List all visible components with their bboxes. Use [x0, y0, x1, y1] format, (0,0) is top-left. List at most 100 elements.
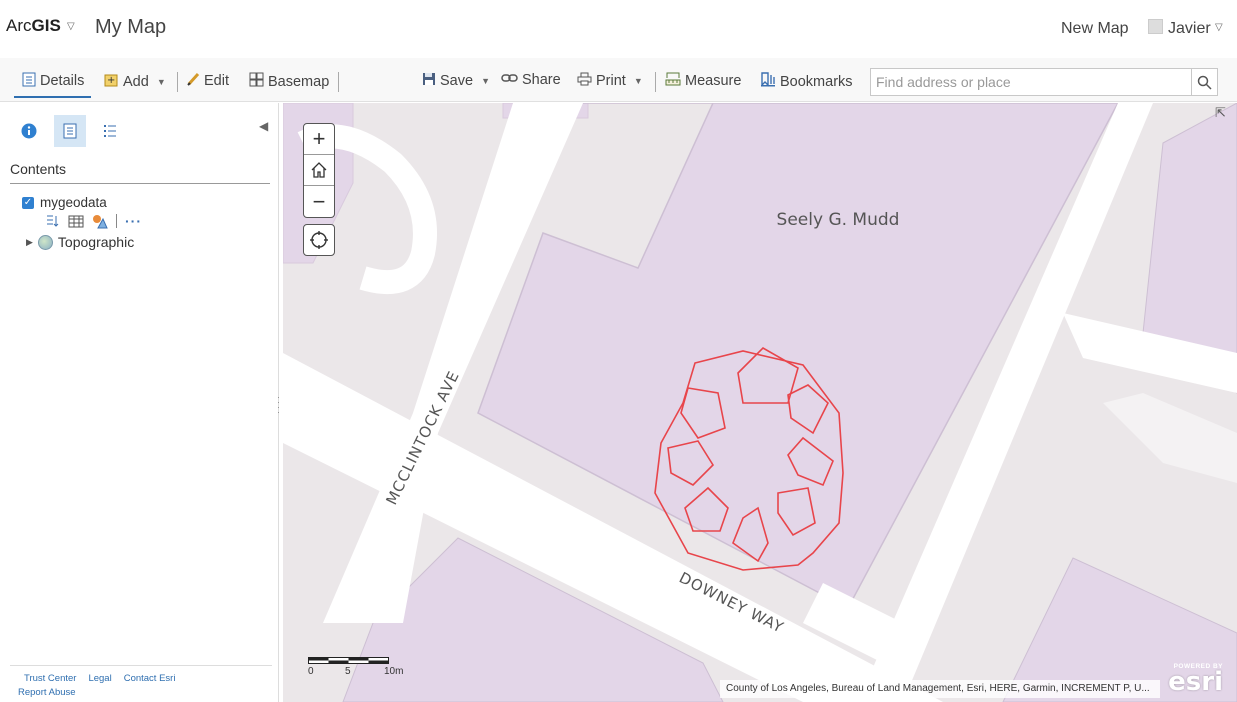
collapse-panel-icon[interactable]: ◀	[259, 119, 268, 133]
home-icon	[311, 162, 327, 178]
layer-item-topographic: ▶ Topographic	[26, 234, 134, 250]
expand-map-icon[interactable]: ⇱	[1215, 105, 1226, 121]
user-name[interactable]: Javier	[1168, 20, 1211, 38]
locate-button[interactable]	[303, 224, 335, 256]
plus-icon: +	[312, 126, 326, 151]
search-box	[870, 68, 1218, 96]
layer-tools-divider	[116, 214, 117, 228]
brand-prefix: Arc	[6, 16, 32, 35]
add-dropdown-icon: ▼	[156, 76, 166, 87]
scale-label: 0	[308, 666, 314, 677]
toolbar-divider	[338, 72, 339, 92]
zoom-in-button[interactable]: +	[304, 124, 334, 155]
scale-label: 5	[345, 666, 351, 677]
ruler-icon	[665, 72, 681, 90]
toolbar-divider	[655, 72, 656, 92]
footer-divider	[10, 665, 272, 666]
brand-dropdown-icon[interactable]: ▽	[67, 21, 75, 32]
search-input[interactable]	[871, 69, 1193, 95]
brand-bold: GIS	[31, 16, 61, 35]
app-header: ArcGIS ▽ My Map New Map Javier ▽	[0, 0, 1237, 58]
add-button[interactable]: + Add ▼	[104, 72, 166, 91]
scale-bar	[308, 657, 389, 664]
pencil-icon	[187, 72, 200, 90]
measure-button[interactable]: Measure	[665, 72, 741, 90]
expand-layer-icon[interactable]: ▶	[26, 237, 33, 248]
contact-esri-link[interactable]: Contact Esri	[124, 673, 176, 684]
svg-text:+: +	[107, 75, 115, 86]
save-button[interactable]: Save ▼	[422, 72, 490, 90]
layer-visibility-checkbox[interactable]: ✓	[22, 196, 34, 209]
bookmarks-icon	[760, 72, 776, 91]
user-dropdown-icon[interactable]: ▽	[1215, 22, 1223, 33]
save-label: Save	[440, 73, 474, 89]
legend-list-icon	[104, 125, 116, 137]
details-active-indicator	[14, 96, 91, 98]
bookmarks-button[interactable]: Bookmarks	[760, 72, 853, 91]
contents-tab[interactable]	[54, 115, 86, 147]
contents-divider	[10, 183, 270, 184]
layer-name[interactable]: Topographic	[58, 234, 134, 250]
zoom-out-button[interactable]: −	[304, 186, 334, 217]
measure-label: Measure	[685, 73, 742, 89]
locate-crosshair-icon	[310, 231, 328, 249]
basemap-globe-icon	[37, 234, 53, 250]
basemap-label: Basemap	[268, 73, 330, 90]
print-label: Print	[596, 73, 626, 89]
map-attribution[interactable]: County of Los Angeles, Bureau of Land Ma…	[720, 680, 1160, 698]
contents-icon	[63, 123, 77, 139]
zoom-control: + −	[303, 123, 335, 218]
new-map-button[interactable]: New Map	[1061, 20, 1129, 38]
share-button[interactable]: Share	[501, 72, 561, 88]
trust-center-link[interactable]: Trust Center	[24, 673, 76, 684]
basemap-layer: Seely G. Mudd MCCLINTOCK AVE DOWNEY WAY	[283, 103, 1237, 702]
bookmarks-label: Bookmarks	[780, 73, 853, 90]
link-icon	[501, 72, 518, 88]
arcgis-brand[interactable]: ArcGIS	[6, 16, 61, 36]
legal-link[interactable]: Legal	[88, 673, 111, 684]
save-dropdown-icon: ▼	[481, 76, 490, 86]
user-avatar-icon[interactable]	[1148, 19, 1163, 34]
default-extent-button[interactable]	[304, 155, 334, 186]
panel-resize-handle[interactable]: · · · ·	[277, 393, 281, 417]
more-options-icon[interactable]: ···	[125, 213, 142, 229]
footer-links: Trust Center Legal Contact Esri Report Abu…	[18, 672, 268, 700]
map-title: My Map	[95, 16, 167, 38]
details-label: Details	[40, 73, 85, 89]
show-legend-icon[interactable]	[46, 214, 60, 228]
contents-panel: ◀ Contents ✓ mygeodata ··· ▶ Topographic…	[0, 103, 279, 702]
add-label: Add	[123, 73, 149, 90]
layer-tools: ···	[46, 213, 142, 229]
details-icon	[22, 72, 36, 90]
basemap-button[interactable]: Basemap	[249, 72, 329, 91]
add-icon: +	[104, 72, 119, 91]
esri-wordmark: esri	[1168, 667, 1223, 697]
legend-tab[interactable]	[94, 115, 126, 147]
details-button[interactable]: Details	[22, 72, 84, 90]
map-toolbar: Details + Add ▼ Edit Basemap Save ▼ Shar…	[0, 58, 1237, 102]
layer-name[interactable]: mygeodata	[40, 195, 107, 210]
print-button[interactable]: Print ▼	[577, 72, 643, 90]
basemap-grid-icon	[249, 72, 264, 91]
scale-bar-labels: 0 5 10m	[308, 666, 418, 680]
map-view[interactable]: Seely G. Mudd MCCLINTOCK AVE DOWNEY WAY …	[283, 103, 1237, 702]
change-style-icon[interactable]	[92, 214, 108, 229]
layer-item-mygeodata: ✓ mygeodata	[22, 195, 107, 210]
attribute-table-icon[interactable]	[68, 215, 84, 228]
search-button[interactable]	[1191, 69, 1217, 95]
save-disk-icon	[422, 72, 436, 90]
scale-label: 10m	[384, 666, 404, 677]
contents-title: Contents	[10, 161, 67, 177]
printer-icon	[577, 72, 592, 90]
esri-logo[interactable]: POWERED BY esri	[1163, 663, 1223, 697]
info-icon	[21, 123, 37, 139]
search-icon	[1197, 75, 1212, 90]
report-abuse-link[interactable]: Report Abuse	[18, 687, 76, 698]
about-tab[interactable]	[13, 115, 45, 147]
minus-icon: −	[312, 188, 326, 214]
edit-button[interactable]: Edit	[187, 72, 229, 90]
toolbar-divider	[177, 72, 178, 92]
share-label: Share	[522, 72, 561, 88]
building-label: Seely G. Mudd	[777, 210, 900, 230]
edit-label: Edit	[204, 73, 229, 89]
